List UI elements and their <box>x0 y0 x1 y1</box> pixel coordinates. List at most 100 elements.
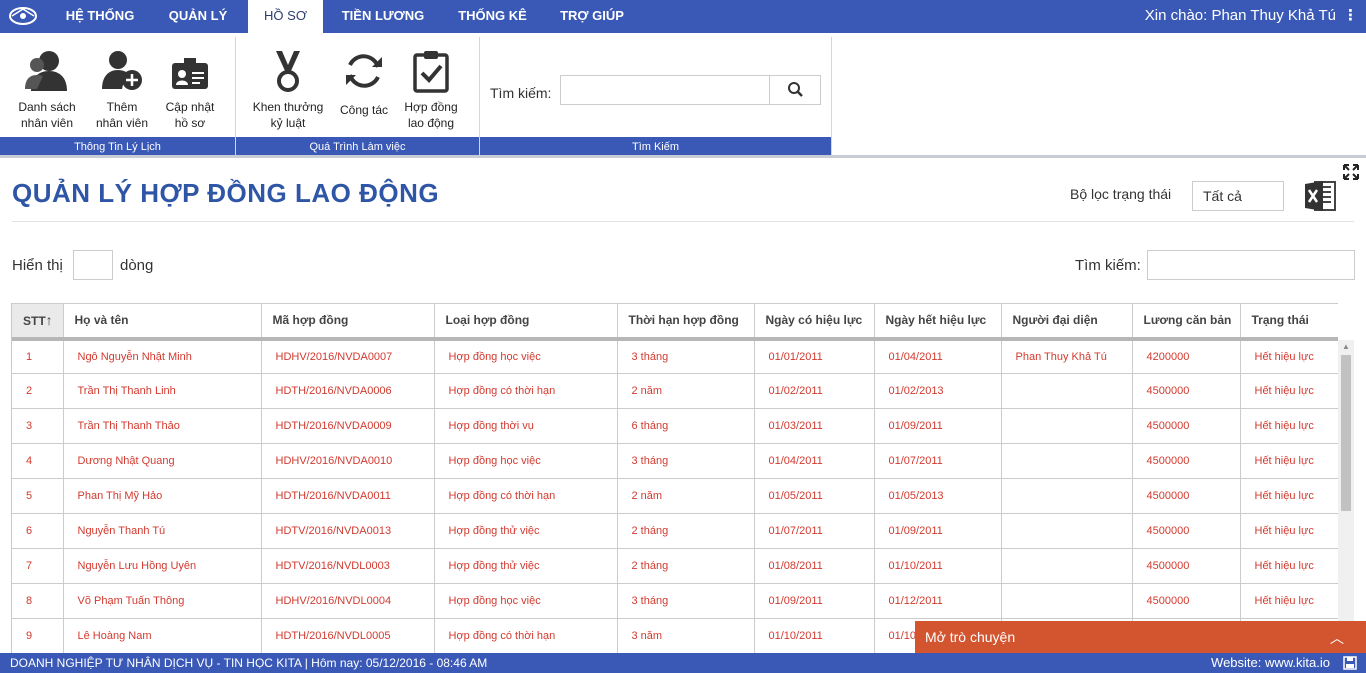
nav-tab-tien-luong[interactable]: TIỀN LƯƠNG <box>333 0 433 33</box>
column-header-stt[interactable]: STT↑ <box>12 303 64 341</box>
ribbon-search-input[interactable] <box>560 75 770 105</box>
cell-end-date: 01/02/2013 <box>874 373 1002 409</box>
work-assignment-button[interactable]: Công tác <box>332 49 396 117</box>
page-size-label: Hiển thị <box>12 257 63 274</box>
column-header-base-salary[interactable]: Lương căn bản <box>1132 303 1241 341</box>
cell-duration: 3 tháng <box>617 583 755 619</box>
table-row[interactable]: 5 Phan Thị Mỹ Hảo HDTH/2016/NVDA0011 Hợp đồ… <box>12 478 1338 514</box>
cell-contract-type: Hợp đồng học việc <box>434 443 618 479</box>
status-filter-label: Bộ lọc trạng thái <box>1070 186 1172 202</box>
cell-stt: 4 <box>12 443 64 479</box>
table-row[interactable]: 6 Nguyễn Thanh Tú HDTV/2016/NVDA0013 Hợp đồ… <box>12 513 1338 549</box>
medal-icon <box>276 51 300 92</box>
table-row[interactable]: 7 Nguyễn Lưu Hồng Uyên HDTV/2016/NVDL0003 H… <box>12 548 1338 584</box>
cell-base-salary: 4500000 <box>1132 478 1241 514</box>
table-search-input[interactable] <box>1147 250 1355 280</box>
column-header-contract-type[interactable]: Loại hợp đồng <box>434 303 618 341</box>
add-user-icon <box>102 51 142 90</box>
chat-widget[interactable]: Mở trò chuyện ︿ <box>915 621 1366 654</box>
labor-contract-label-2: lao động <box>407 116 455 130</box>
cell-representative <box>1001 443 1133 479</box>
user-greeting[interactable]: Xin chào: Phan Thuy Khả Tú <box>1145 0 1336 33</box>
nav-tab-quan-ly[interactable]: QUẢN LÝ <box>158 0 238 33</box>
add-employee-label-1: Thêm <box>106 100 138 114</box>
chevron-down-icon[interactable]: ⋮ <box>1343 0 1358 33</box>
scroll-up-icon[interactable]: ▲ <box>1338 340 1354 354</box>
cell-contract-type: Hợp đồng thử việc <box>434 548 618 584</box>
status-filter-select[interactable]: Tất cả <box>1192 181 1284 211</box>
fullscreen-icon[interactable] <box>1342 163 1360 181</box>
cell-status: Hết hiệu lực <box>1240 548 1338 584</box>
column-header-start-date[interactable]: Ngày có hiệu lực <box>754 303 875 341</box>
cell-contract-type: Hợp đồng thử việc <box>434 513 618 549</box>
cell-contract-type: Hợp đồng học việc <box>434 583 618 619</box>
ribbon-group-label: Quá Trình Làm việc <box>236 137 479 157</box>
ribbon-group-label: Thông Tin Lý Lịch <box>0 137 235 157</box>
top-navbar: HỆ THỐNG QUẢN LÝ HỒ SƠ TIỀN LƯƠNG THỐNG … <box>0 0 1366 34</box>
cell-name: Dương Nhật Quang <box>63 443 262 479</box>
table-row[interactable]: 2 Trần Thị Thanh Linh HDTH/2016/NVDA0006 Hợ… <box>12 373 1338 409</box>
cell-end-date: 01/09/2011 <box>874 408 1002 444</box>
scrollbar-thumb[interactable] <box>1341 355 1351 511</box>
chevron-up-icon[interactable]: ︿ <box>1330 621 1344 654</box>
cell-representative: Phan Thuy Khả Tú <box>1001 338 1133 374</box>
nav-tab-ho-so[interactable]: HỒ SƠ <box>248 0 323 34</box>
cell-status: Hết hiệu lực <box>1240 338 1338 374</box>
save-icon[interactable] <box>1343 656 1357 670</box>
column-header-duration[interactable]: Thời hạn hợp đồng <box>617 303 755 341</box>
cell-duration: 3 tháng <box>617 338 755 374</box>
cell-end-date: 01/12/2011 <box>874 583 1002 619</box>
employee-list-label-1: Danh sách <box>18 100 76 114</box>
clipboard-check-icon <box>413 51 449 93</box>
table-row[interactable]: 1 Ngô Nguyễn Nhật Minh HDHV/2016/NVDA0007 H… <box>12 338 1338 374</box>
cell-start-date: 01/01/2011 <box>754 338 875 374</box>
add-employee-button[interactable]: Thêm nhân viên <box>90 49 154 131</box>
cell-name: Nguyễn Lưu Hồng Uyên <box>63 548 262 584</box>
table-row[interactable]: 3 Trần Thị Thanh Thảo HDTH/2016/NVDA0009 Hợ… <box>12 408 1338 444</box>
nav-tab-tro-giup[interactable]: TRỢ GIÚP <box>552 0 632 33</box>
cell-name: Ngô Nguyễn Nhật Minh <box>63 338 262 374</box>
cell-start-date: 01/09/2011 <box>754 583 875 619</box>
table-scrollbar[interactable]: ▲ <box>1338 340 1354 653</box>
nav-tab-thong-ke[interactable]: THỐNG KÊ <box>450 0 535 33</box>
table-row[interactable]: 4 Dương Nhật Quang HDHV/2016/NVDA0010 Hợp đ… <box>12 443 1338 479</box>
cell-start-date: 01/03/2011 <box>754 408 875 444</box>
reward-discipline-label-2: kỷ luật <box>270 116 306 130</box>
cell-contract-code: HDHV/2016/NVDA0010 <box>261 443 435 479</box>
footer-website[interactable]: Website: www.kita.io <box>1211 653 1330 673</box>
cell-duration: 2 tháng <box>617 513 755 549</box>
column-header-status[interactable]: Trạng thái <box>1240 303 1338 341</box>
contracts-table: STT↑ Họ và tên Mã hợp đồng Loại hợp đồng… <box>11 303 1338 653</box>
cell-base-salary: 4500000 <box>1132 443 1241 479</box>
ribbon-search-button[interactable] <box>769 75 821 105</box>
cell-end-date: 01/07/2011 <box>874 443 1002 479</box>
logo-icon[interactable] <box>8 5 38 27</box>
column-header-name[interactable]: Họ và tên <box>63 303 262 341</box>
table-row[interactable]: 8 Võ Phạm Tuấn Thông HDHV/2016/NVDL0004 Hợp… <box>12 583 1338 619</box>
ribbon-search-label: Tìm kiếm: <box>490 85 552 101</box>
cell-contract-code: HDHV/2016/NVDA0007 <box>261 338 435 374</box>
update-profile-label-1: Cập nhật <box>165 100 215 114</box>
cell-name: Nguyễn Thanh Tú <box>63 513 262 549</box>
users-icon <box>25 51 67 91</box>
cell-contract-code: HDTH/2016/NVDA0011 <box>261 478 435 514</box>
column-header-contract-code[interactable]: Mã hợp đồng <box>261 303 435 341</box>
id-card-icon <box>172 58 208 89</box>
labor-contract-button[interactable]: Hợp đồng lao động <box>400 49 462 131</box>
column-header-label: STT <box>23 314 46 329</box>
nav-tab-he-thong[interactable]: HỆ THỐNG <box>52 0 148 33</box>
title-divider <box>12 221 1354 222</box>
page-size-input[interactable] <box>73 250 113 280</box>
cell-base-salary: 4500000 <box>1132 548 1241 584</box>
column-header-end-date[interactable]: Ngày hết hiệu lực <box>874 303 1002 341</box>
cell-duration: 2 tháng <box>617 548 755 584</box>
cell-start-date: 01/08/2011 <box>754 548 875 584</box>
update-profile-button[interactable]: Cập nhật hồ sơ <box>160 49 220 131</box>
excel-export-icon[interactable] <box>1303 178 1339 214</box>
cell-stt: 9 <box>12 618 64 653</box>
employee-list-button[interactable]: Danh sách nhân viên <box>14 49 80 131</box>
chat-label: Mở trò chuyện <box>925 629 1016 645</box>
cell-start-date: 01/02/2011 <box>754 373 875 409</box>
reward-discipline-button[interactable]: Khen thưởng kỷ luật <box>250 49 326 131</box>
column-header-representative[interactable]: Người đại diện <box>1001 303 1133 341</box>
